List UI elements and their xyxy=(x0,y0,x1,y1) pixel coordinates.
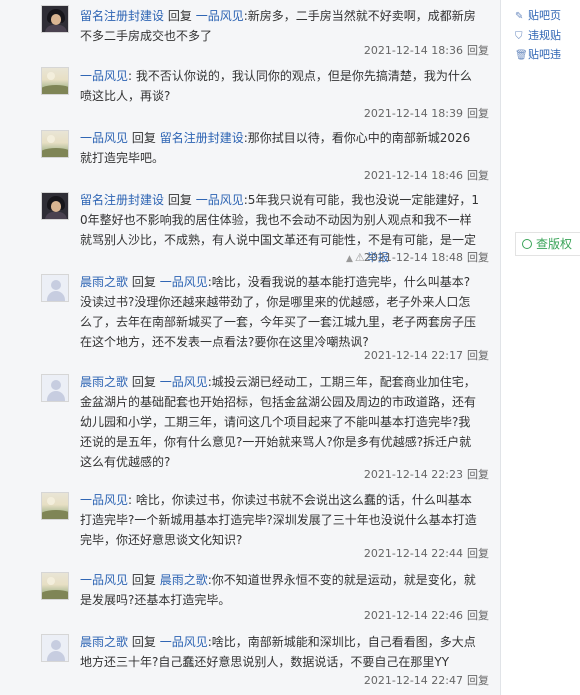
user-avatar[interactable] xyxy=(41,572,69,600)
reply-time: 2021-12-14 22:47 xyxy=(363,674,463,687)
reply-target-link[interactable]: 一品风见 xyxy=(196,193,244,207)
reply-button[interactable]: 回复 xyxy=(467,468,489,481)
user-avatar[interactable] xyxy=(41,192,69,220)
reply-to-word: 回复 xyxy=(167,193,192,207)
reply-time: 2021-12-14 22:46 xyxy=(363,609,463,622)
author-link[interactable]: 一品风见 xyxy=(80,69,128,83)
right-sidebar: ✎ 贴吧页 ⛉ 违规贴 🗑贴吧违 xyxy=(501,0,580,695)
reply-content: 留名注册封建设 回复 一品风见:新房多，二手房当然就不好卖啊，成都新房不多二手房… xyxy=(80,6,480,46)
reply-to-word: 回复 xyxy=(131,275,156,289)
author-link[interactable]: 晨雨之歌 xyxy=(80,635,128,649)
reply-content: 晨雨之歌 回复 一品风见:啥比，没看我说的基本能打造完毕，什么叫基本?没读过书?… xyxy=(80,272,480,352)
author-link[interactable]: 一品风见 xyxy=(80,131,128,145)
reply-button[interactable]: 回复 xyxy=(467,251,489,264)
author-link[interactable]: 晨雨之歌 xyxy=(80,375,128,389)
sidebar-link-deleted[interactable]: 🗑贴吧违 xyxy=(515,46,561,62)
reply-button[interactable]: 回复 xyxy=(467,674,489,687)
reply-time: 2021-12-14 22:44 xyxy=(363,547,463,560)
reply-button[interactable]: 回复 xyxy=(467,547,489,560)
reply-meta: 2021-12-14 22:23 回复 xyxy=(364,466,489,482)
trash-icon: 🗑 xyxy=(515,50,528,61)
reply-content: 晨雨之歌 回复 一品风见:啥比，南部新城能和深圳比，自己看看图，多大点地方还三十… xyxy=(80,632,480,672)
reply-time: 2021-12-14 18:46 xyxy=(363,169,463,182)
user-avatar[interactable] xyxy=(41,634,69,662)
reply-meta: 2021-12-14 22:46 回复 xyxy=(364,607,489,623)
reply-text: : 我不否认你说的，我认同你的观点，但是你先搞清楚，我为什么喷这比人，再谈? xyxy=(80,69,472,103)
reply-content: 留名注册封建设 回复 一品风见:5年我只说有可能，我也没说一定能建好，10年整好… xyxy=(80,190,480,250)
reply-time: 2021-12-14 22:23 xyxy=(363,468,463,481)
sidebar-link-label: 贴吧违 xyxy=(528,48,561,61)
user-avatar[interactable] xyxy=(41,492,69,520)
author-link[interactable]: 留名注册封建设 xyxy=(80,193,164,207)
reply-content: 晨雨之歌 回复 一品风见:城投云湖已经动工，工期三年，配套商业加住宅，金盆湖片的… xyxy=(80,372,480,472)
reply-to-word: 回复 xyxy=(131,131,156,145)
reply-text: :城投云湖已经动工，工期三年，配套商业加住宅，金盆湖片的基础配套也开始招标，包括… xyxy=(80,375,477,469)
reply-content: 一品风见 回复 留名注册封建设:那你拭目以待，看你心中的南部新城2026就打造完… xyxy=(80,128,480,168)
user-avatar[interactable] xyxy=(41,130,69,158)
reply-content: 一品风见: 我不否认你说的，我认同你的观点，但是你先搞清楚，我为什么喷这比人，再… xyxy=(80,66,480,106)
reply-target-link[interactable]: 一品风见 xyxy=(160,635,208,649)
reply-target-link[interactable]: 留名注册封建设 xyxy=(160,131,244,145)
reply-meta: 2021-12-14 18:39 回复 xyxy=(364,105,489,121)
reply-target-link[interactable]: 晨雨之歌 xyxy=(160,573,208,587)
reply-meta: 2021-12-14 18:48 回复 xyxy=(364,249,489,265)
author-link[interactable]: 一品风见 xyxy=(80,573,128,587)
reply-button[interactable]: 回复 xyxy=(467,349,489,362)
copyright-check-button[interactable]: 查版权 xyxy=(515,232,580,256)
reply-time: 2021-12-14 18:39 xyxy=(363,107,463,120)
user-avatar[interactable] xyxy=(41,5,69,33)
sidebar-link-label: 贴吧页 xyxy=(528,9,561,22)
edit-icon: ✎ xyxy=(515,11,524,22)
reply-to-word: 回复 xyxy=(131,573,156,587)
reply-meta: 2021-12-14 22:44 回复 xyxy=(364,545,489,561)
reply-target-link[interactable]: 一品风见 xyxy=(160,275,208,289)
reply-meta: 2021-12-14 18:46 回复 xyxy=(364,167,489,183)
reply-button[interactable]: 回复 xyxy=(467,107,489,120)
author-link[interactable]: 一品风见 xyxy=(80,493,128,507)
author-link[interactable]: 晨雨之歌 xyxy=(80,275,128,289)
reply-button[interactable]: 回复 xyxy=(467,44,489,57)
user-avatar[interactable] xyxy=(41,67,69,95)
reply-text: : 啥比，你读过书，你读过书就不会说出这么蠢的话，什么叫基本打造完毕?一个新城用… xyxy=(80,493,477,547)
collapse-triangle-icon: ▲ xyxy=(346,254,353,264)
reply-thread: 留名注册封建设 回复 一品风见:新房多，二手房当然就不好卖啊，成都新房不多二手房… xyxy=(0,0,501,695)
reply-to-word: 回复 xyxy=(167,9,192,23)
reply-meta: 2021-12-14 22:47 回复 xyxy=(364,672,489,688)
reply-target-link[interactable]: 一品风见 xyxy=(160,375,208,389)
reply-to-word: 回复 xyxy=(131,375,156,389)
copyright-label: 查版权 xyxy=(536,237,573,251)
reply-time: 2021-12-14 18:48 xyxy=(363,251,463,264)
reply-meta: 2021-12-14 22:17 回复 xyxy=(364,347,489,363)
reply-meta: 2021-12-14 18:36 回复 xyxy=(364,42,489,58)
reply-time: 2021-12-14 22:17 xyxy=(363,349,463,362)
copyright-icon xyxy=(522,239,532,249)
user-avatar[interactable] xyxy=(41,374,69,402)
author-link[interactable]: 留名注册封建设 xyxy=(80,9,164,23)
shield-icon: ⛉ xyxy=(515,31,523,42)
reply-to-word: 回复 xyxy=(131,635,156,649)
sidebar-link-label: 违规贴 xyxy=(528,29,561,42)
reply-button[interactable]: 回复 xyxy=(467,609,489,622)
user-avatar[interactable] xyxy=(41,274,69,302)
sidebar-link-tieba-page[interactable]: ✎ 贴吧页 xyxy=(515,7,561,23)
reply-content: 一品风见: 啥比，你读过书，你读过书就不会说出这么蠢的话，什么叫基本打造完毕?一… xyxy=(80,490,480,550)
sidebar-link-violation[interactable]: ⛉ 违规贴 xyxy=(515,27,561,43)
reply-target-link[interactable]: 一品风见 xyxy=(196,9,244,23)
reply-content: 一品风见 回复 晨雨之歌:你不知道世界永恒不变的就是运动，就是变化，就是发展吗?… xyxy=(80,570,480,610)
reply-time: 2021-12-14 18:36 xyxy=(363,44,463,57)
reply-button[interactable]: 回复 xyxy=(467,169,489,182)
